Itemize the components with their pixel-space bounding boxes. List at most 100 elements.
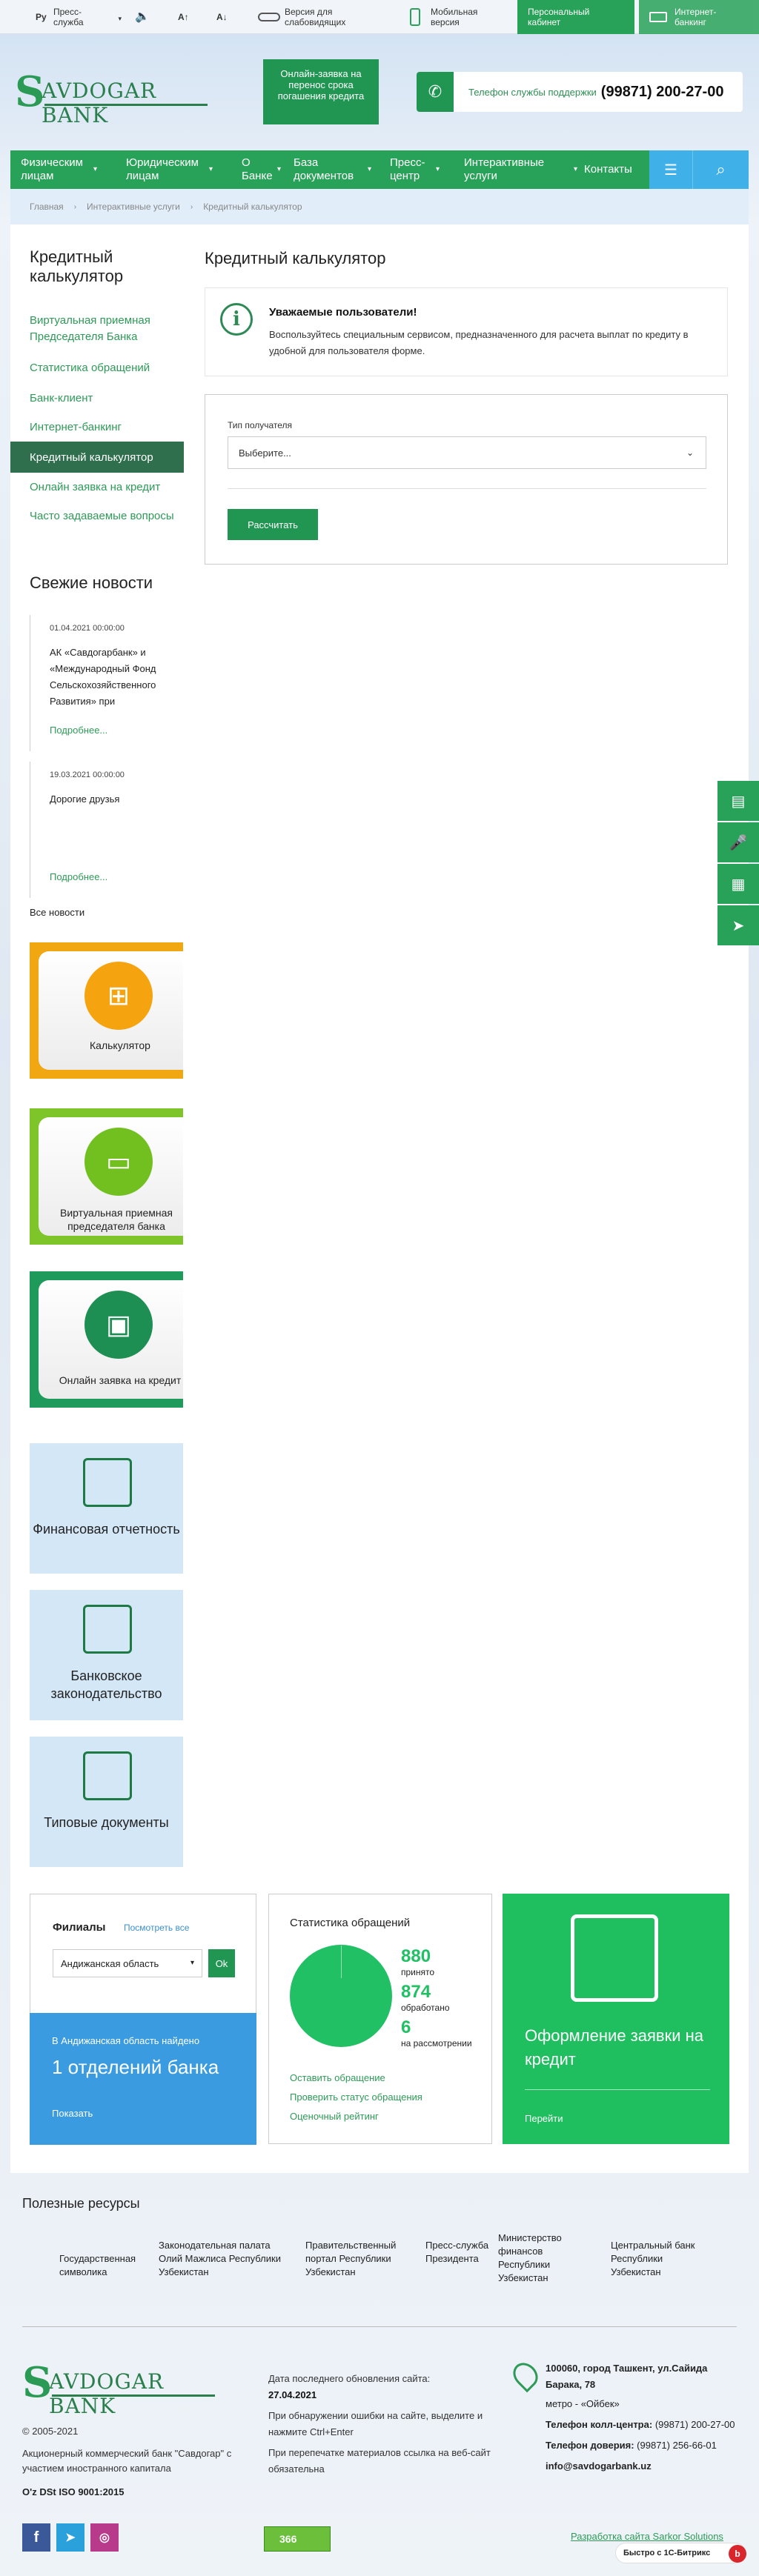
select-value: Выберите... xyxy=(239,447,291,459)
nav-item-contacts[interactable]: Контакты xyxy=(584,150,643,189)
resource-link[interactable]: Государственная символика xyxy=(59,2252,156,2279)
ok-button[interactable]: Ok xyxy=(208,1949,235,1977)
updated-date: 27.04.2021 xyxy=(268,2389,317,2400)
bitrix-label: Быстро с 1С-Битрикс xyxy=(623,2549,711,2557)
clipboard-icon[interactable]: ▤ xyxy=(717,781,759,821)
rating-link[interactable]: Оценочный рейтинг xyxy=(290,2111,379,2122)
resource-link[interactable]: Центральный банк Республики Узбекистан xyxy=(611,2239,707,2279)
breadcrumb-home[interactable]: Главная xyxy=(30,202,64,212)
nav-item-individuals[interactable]: Физическим лицам ▾ xyxy=(21,150,110,189)
mobile-version-link[interactable]: Мобильная версия xyxy=(410,0,490,34)
email[interactable]: info@savdogarbank.uz xyxy=(546,2458,738,2475)
calculator-tile[interactable]: ⊞ Калькулятор xyxy=(30,942,183,1079)
news-more-link[interactable]: Подробнее... xyxy=(50,725,107,736)
view-all-link[interactable]: Посмотреть все xyxy=(124,1923,189,1933)
facebook-icon[interactable]: f xyxy=(22,2523,50,2552)
news-title: Свежие новости xyxy=(30,573,153,592)
visitor-counter[interactable]: 366 xyxy=(264,2526,331,2552)
presentation-chart-icon xyxy=(83,1458,132,1507)
loan-application-widget[interactable]: Оформление заявки на кредит Перейти xyxy=(503,1894,729,2144)
tile-inner: ▭ Виртуальная приемная председателя банк… xyxy=(39,1117,183,1236)
glasses-icon xyxy=(258,13,280,21)
news-more-link[interactable]: Подробнее... xyxy=(50,871,107,882)
nav-item-about[interactable]: О Банке ▾ xyxy=(242,150,286,189)
internet-banking-button[interactable]: Интернет-банкинг xyxy=(639,0,759,34)
standard-documents-tile[interactable]: Типовые документы xyxy=(30,1737,183,1867)
sidebar-item-internet-banking[interactable]: Интернет-банкинг xyxy=(30,419,185,436)
list-menu-icon[interactable]: ☰ xyxy=(649,150,692,189)
sidebar-item-stats[interactable]: Статистика обращений xyxy=(30,360,185,376)
tile-label: Типовые документы xyxy=(44,1815,169,1830)
chevron-down-icon: ▾ xyxy=(93,165,98,173)
nav-item-interactive[interactable]: Интерактивные услуги ▾ xyxy=(464,150,590,189)
nav-item-press-center[interactable]: Пресс-центр ▾ xyxy=(390,150,445,189)
virtual-reception-tile[interactable]: ▭ Виртуальная приемная председателя банк… xyxy=(30,1108,183,1245)
logo-letter: S xyxy=(15,67,45,116)
calculator-icon[interactable]: ▦ xyxy=(717,864,759,904)
telegram-icon[interactable]: ➤ xyxy=(56,2523,84,2552)
sound-icon[interactable]: 🔈 xyxy=(135,0,150,34)
support-phone[interactable]: (99871) 200-27-00 xyxy=(601,84,724,101)
sidebar-item-virtual-reception[interactable]: Виртуальная приемная Председателя Банка xyxy=(30,313,185,345)
resources-title: Полезные ресурсы xyxy=(22,2196,140,2211)
font-decrease-button[interactable]: A↓ xyxy=(216,0,228,34)
calculate-button[interactable]: Рассчитать xyxy=(228,509,318,540)
personal-cabinet-label: Персональный кабинет xyxy=(528,7,590,27)
online-loan-tile[interactable]: ▣ Онлайн заявка на кредит xyxy=(30,1271,183,1408)
personal-cabinet-button[interactable]: Персональный кабинет xyxy=(517,0,634,34)
press-service-dropdown[interactable]: Пресс-служба ▾ xyxy=(53,0,122,34)
processed-count: 874 xyxy=(401,1982,431,2002)
news-text: АК «Савдогарбанк» и «Международный Фонд … xyxy=(50,647,156,707)
sidebar-item-online-loan[interactable]: Онлайн заявка на кредит xyxy=(30,479,185,496)
microphone-icon[interactable]: 🎤 xyxy=(717,822,759,862)
bank-logo[interactable]: S AVDOGAR BANK xyxy=(15,67,215,127)
accepted-count: 880 xyxy=(401,1946,431,1966)
nav-label: Физическим лицам xyxy=(21,156,83,182)
loan-postpone-button[interactable]: Онлайн-заявка на перенос срока погашения… xyxy=(263,59,379,124)
footer-logo[interactable]: S AVDOGAR BANK xyxy=(22,2362,222,2418)
trust-phone[interactable]: (99871) 256-66-01 xyxy=(637,2440,717,2451)
banking-law-tile[interactable]: Банковское законодательство xyxy=(30,1590,183,1720)
updated-label: Дата последнего обновления сайта: xyxy=(268,2373,431,2384)
nav-item-legal-entities[interactable]: Юридическим лицам ▾ xyxy=(126,150,213,189)
sidebar-item-faq[interactable]: Часто задаваемые вопросы xyxy=(30,508,185,525)
impaired-version-link[interactable]: Версия для слабовидящих xyxy=(258,0,359,34)
search-icon[interactable]: ⌕ xyxy=(692,150,749,189)
breadcrumb-interactive[interactable]: Интерактивные услуги xyxy=(87,202,180,212)
company-name: Акционерный коммерческий банк "Савдогар"… xyxy=(22,2448,232,2474)
developer-link[interactable]: Разработка сайта Sarkor Solutions xyxy=(571,2531,723,2542)
nav-item-documents[interactable]: База документов ▾ xyxy=(294,150,375,189)
bank-building-icon xyxy=(83,1605,132,1654)
language-switcher[interactable]: Ру xyxy=(36,0,47,34)
go-link[interactable]: Перейти xyxy=(525,2113,563,2124)
callcenter-label: Телефон колл-центра: xyxy=(546,2419,653,2430)
resource-link[interactable]: Министерство финансов Республики Узбекис… xyxy=(498,2231,580,2285)
sidebar-item-credit-calculator[interactable]: Кредитный калькулятор xyxy=(10,442,184,473)
leave-appeal-link[interactable]: Оставить обращение xyxy=(290,2072,385,2083)
recipient-type-select[interactable]: Выберите... ⌄ xyxy=(228,436,706,469)
found-count: 1 отделений банка xyxy=(52,2056,219,2078)
branches-result: В Андижанская область найдено 1 отделени… xyxy=(30,2013,256,2145)
send-icon[interactable]: ➤ xyxy=(717,905,759,945)
logo-underline xyxy=(52,2394,215,2397)
bitrix-icon: b xyxy=(729,2545,746,2563)
resource-link[interactable]: Законодательная палата Олий Мажлиса Респ… xyxy=(159,2239,292,2279)
financial-reports-tile[interactable]: Финансовая отчетность xyxy=(30,1443,183,1574)
callcenter-phone[interactable]: (99871) 200-27-00 xyxy=(655,2419,735,2430)
resource-link[interactable]: Пресс-служба Президента xyxy=(425,2239,492,2266)
chevron-down-icon: ⌄ xyxy=(686,447,694,458)
breadcrumb: Главная › Интерактивные услуги › Кредитн… xyxy=(10,189,749,224)
tile-label: Финансовая отчетность xyxy=(33,1522,180,1537)
all-news-link[interactable]: Все новости xyxy=(30,907,84,918)
footer-info: Дата последнего обновления сайта: 27.04.… xyxy=(268,2371,491,2477)
sidebar-item-bank-client[interactable]: Банк-клиент xyxy=(30,390,185,407)
region-select[interactable]: Андижанская область ▾ xyxy=(53,1949,202,1977)
footer-contacts: 100060, город Ташкент, ул.Сайида Барака,… xyxy=(546,2360,738,2475)
show-link[interactable]: Показать xyxy=(52,2108,93,2119)
font-increase-button[interactable]: A↑ xyxy=(178,0,189,34)
instagram-icon[interactable]: ◎ xyxy=(90,2523,119,2552)
check-status-link[interactable]: Проверить статус обращения xyxy=(290,2091,422,2103)
chevron-down-icon: ▾ xyxy=(118,15,122,22)
resource-link[interactable]: Правительственный портал Республики Узбе… xyxy=(305,2239,417,2279)
bitrix-badge[interactable]: Быстро с 1С-Битрикс b xyxy=(615,2543,746,2563)
